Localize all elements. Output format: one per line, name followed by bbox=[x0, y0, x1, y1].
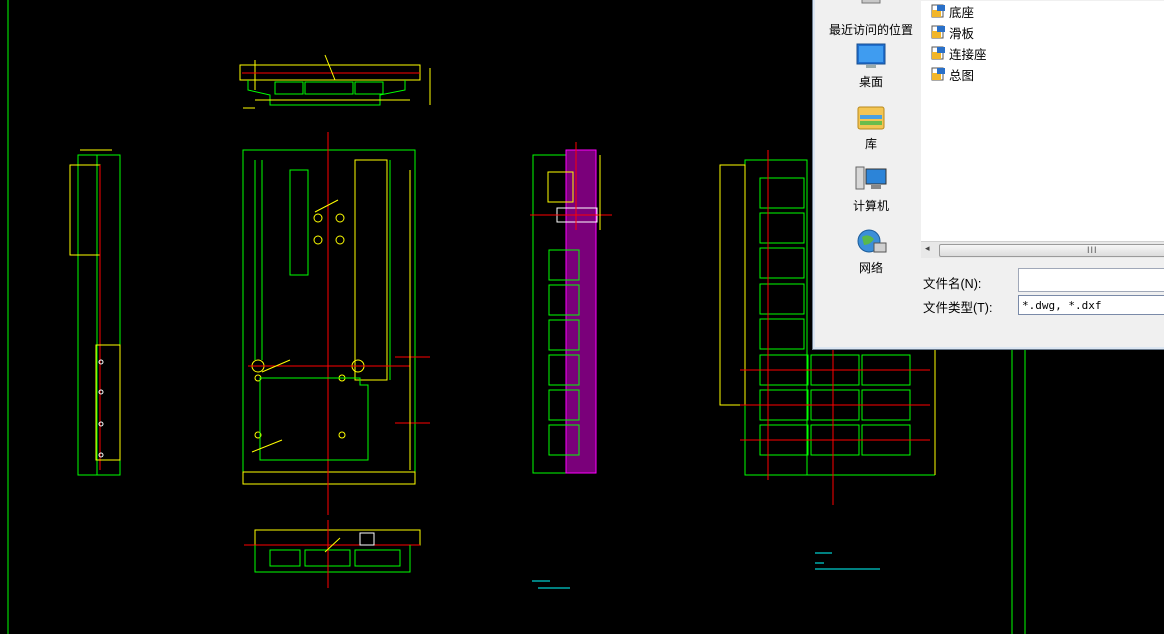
file-name: 滑板 bbox=[949, 26, 975, 41]
dwg-file-icon bbox=[931, 46, 945, 60]
file-name: 底座 bbox=[949, 5, 975, 20]
network-icon bbox=[857, 229, 887, 253]
open-file-dialog: 最近访问的位置 桌面 库 计算机 网络 底座 滑板 连接座 总图 ◂ III 文… bbox=[812, 0, 1164, 350]
top-view bbox=[239, 54, 431, 109]
file-name: 连接座 bbox=[949, 47, 987, 62]
place-label: 计算机 bbox=[852, 199, 889, 213]
dwg-file-icon bbox=[931, 25, 945, 39]
filename-label: 文件名(N): bbox=[923, 277, 982, 291]
file-list-hscrollbar[interactable]: ◂ III bbox=[921, 241, 1164, 258]
scroll-grip: III bbox=[1087, 245, 1098, 255]
place-label: 网络 bbox=[858, 261, 883, 275]
place-libraries[interactable]: 库 bbox=[817, 103, 925, 152]
scroll-thumb[interactable]: III bbox=[939, 244, 1164, 257]
place-computer[interactable]: 计算机 bbox=[817, 165, 925, 214]
place-label: 最近访问的位置 bbox=[828, 23, 913, 37]
place-network[interactable]: 网络 bbox=[817, 227, 925, 276]
bottom-view bbox=[244, 520, 421, 588]
file-list[interactable]: 底座 滑板 连接座 总图 bbox=[921, 1, 1164, 241]
places-bar: 最近访问的位置 桌面 库 计算机 网络 bbox=[813, 0, 919, 275]
recent-places-icon bbox=[861, 0, 881, 4]
filename-input[interactable] bbox=[1018, 268, 1164, 292]
file-item[interactable]: 滑板 bbox=[931, 22, 974, 42]
left-side-view bbox=[69, 149, 121, 476]
place-desktop[interactable]: 桌面 bbox=[817, 41, 925, 90]
libraries-icon bbox=[857, 106, 885, 130]
file-item[interactable]: 连接座 bbox=[931, 43, 987, 63]
place-recent[interactable]: 最近访问的位置 bbox=[817, 0, 925, 38]
dwg-file-icon bbox=[931, 67, 945, 81]
file-name: 总图 bbox=[949, 68, 975, 83]
drawing-notes bbox=[532, 552, 880, 589]
filetype-label: 文件类型(T): bbox=[923, 301, 993, 315]
section-view bbox=[530, 142, 612, 474]
desktop-icon bbox=[856, 43, 886, 68]
dwg-file-icon bbox=[931, 4, 945, 18]
scroll-left-arrow-icon[interactable]: ◂ bbox=[925, 243, 930, 254]
file-item[interactable]: 总图 bbox=[931, 64, 974, 84]
place-label: 库 bbox=[864, 137, 877, 151]
filetype-select[interactable]: *.dwg, *.dxf bbox=[1018, 295, 1164, 315]
front-view bbox=[242, 132, 430, 515]
file-item[interactable]: 底座 bbox=[931, 1, 974, 21]
computer-icon bbox=[855, 166, 887, 190]
place-label: 桌面 bbox=[858, 75, 883, 89]
